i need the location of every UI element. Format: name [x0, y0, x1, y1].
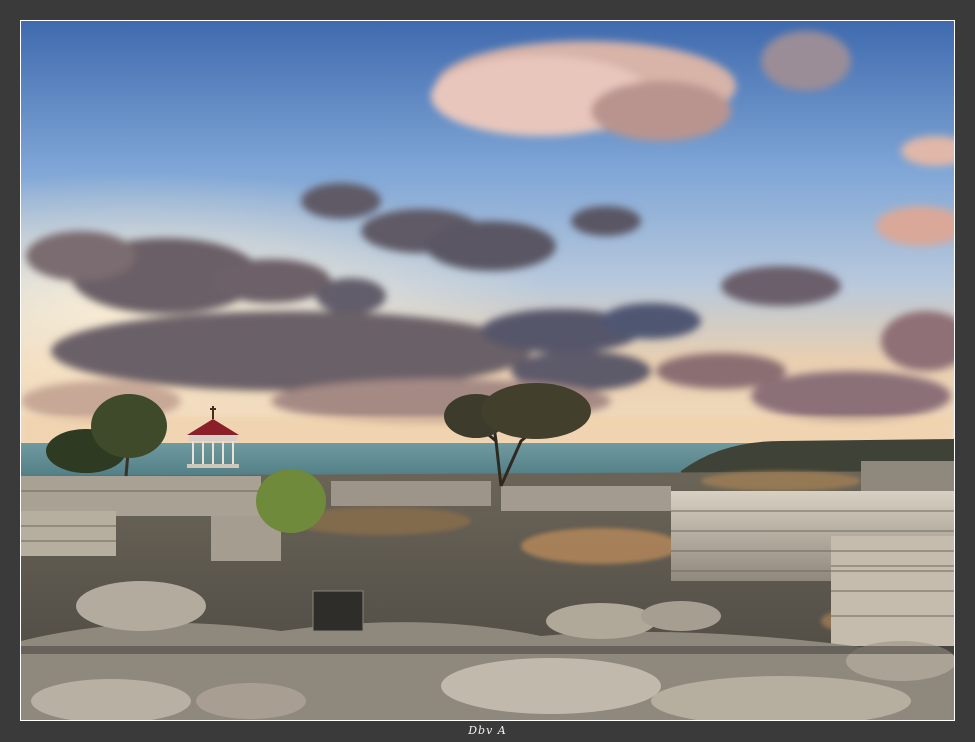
landscape-photo: [21, 21, 954, 720]
photo-frame: [20, 20, 955, 721]
photographer-signature: Dbv A: [468, 724, 507, 737]
